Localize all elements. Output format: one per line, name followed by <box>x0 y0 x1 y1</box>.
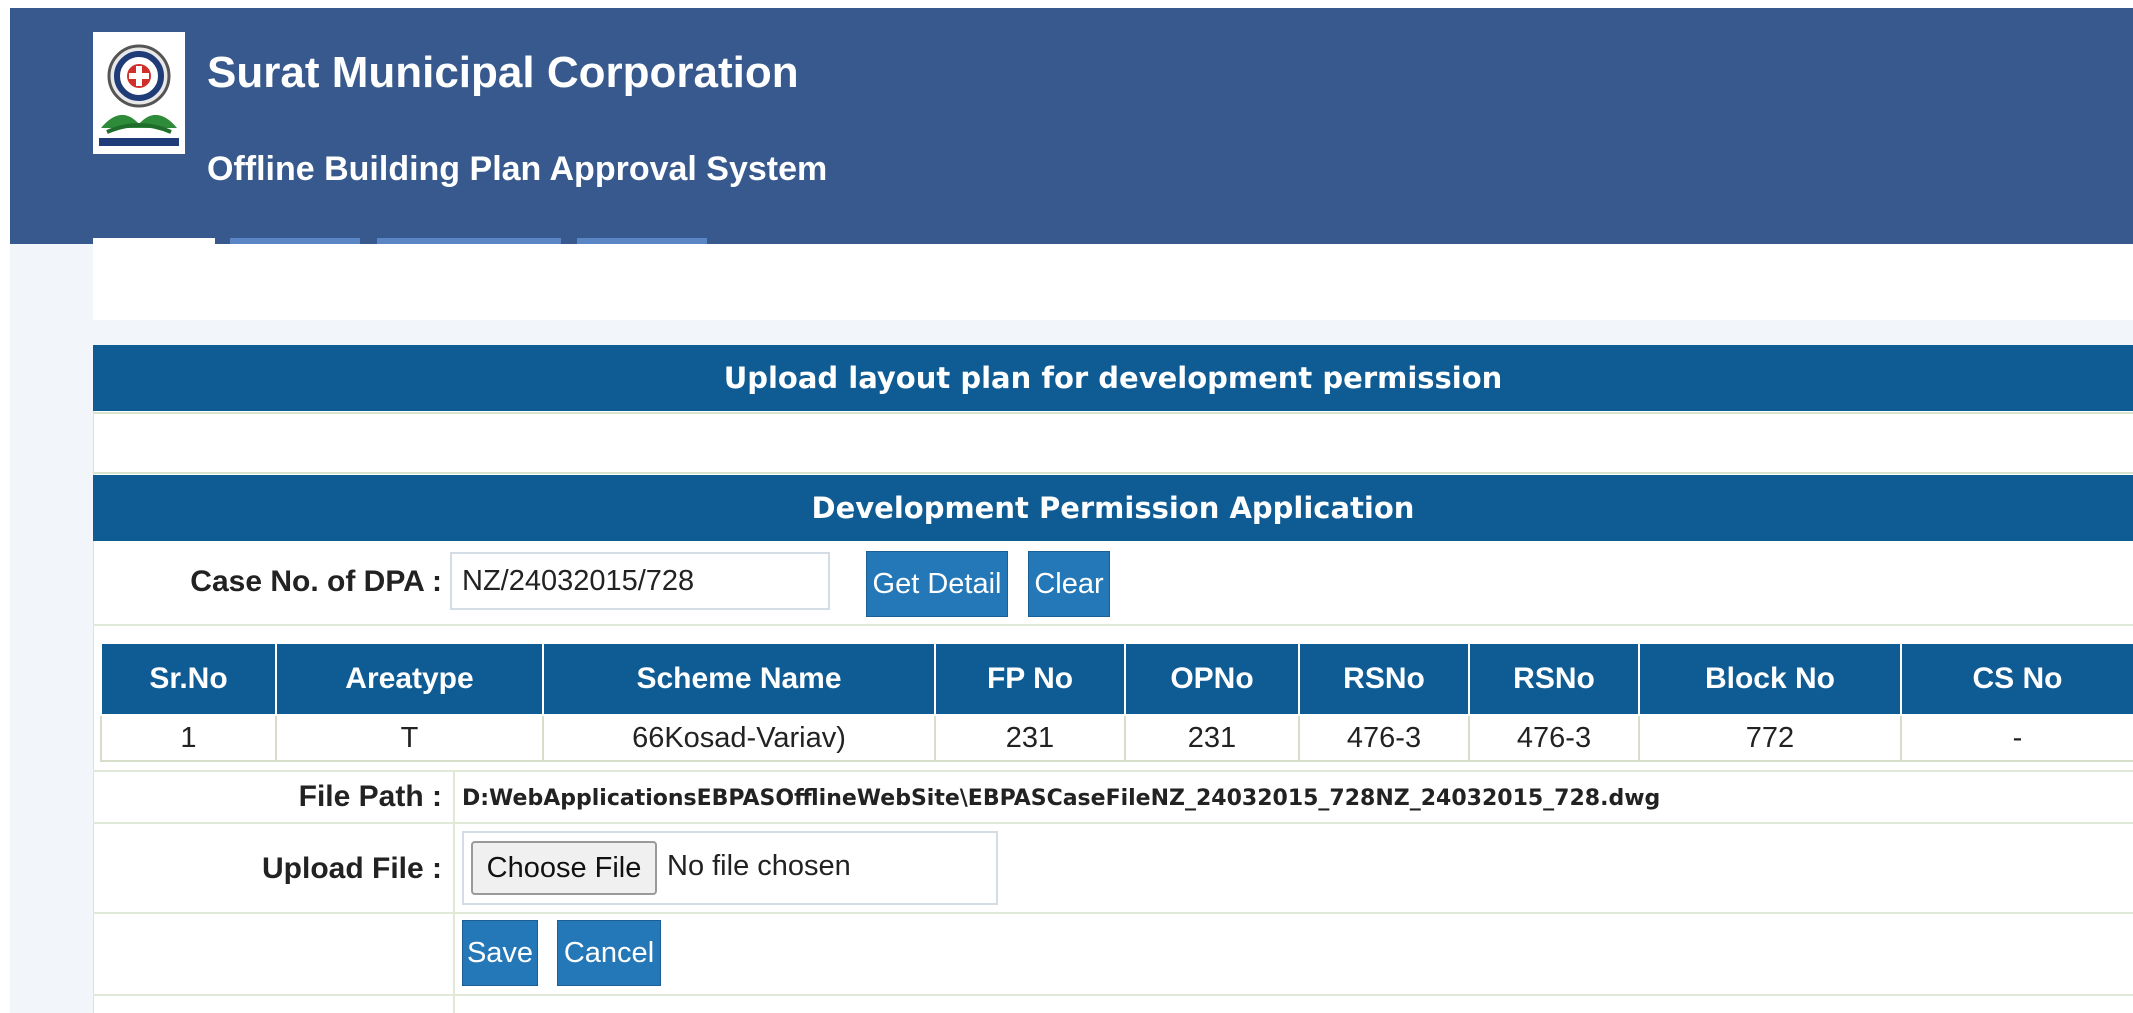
case-no-input[interactable]: NZ/24032015/728 <box>450 552 830 610</box>
no-file-status: No file chosen <box>667 850 851 882</box>
get-detail-button[interactable]: Get Detail <box>866 551 1008 617</box>
column-header: RSNo <box>1298 642 1470 716</box>
row-divider <box>93 912 2133 914</box>
clear-button[interactable]: Clear <box>1028 551 1110 617</box>
nav-bar <box>93 244 2133 320</box>
application-banner: Development Permission Application <box>93 475 2133 541</box>
column-header: FP No <box>934 642 1126 716</box>
upload-file-label: Upload File : <box>262 852 442 885</box>
column-header: RSNo <box>1468 642 1640 716</box>
table-cell: 1 <box>100 714 277 762</box>
column-header: OPNo <box>1124 642 1300 716</box>
table-row: 1 T 66Kosad-Variav) 231 231 476-3 476-3 … <box>100 714 2133 762</box>
column-header: CS No <box>1900 642 2133 716</box>
spacer-row <box>93 412 2133 474</box>
column-header: Scheme Name <box>542 642 936 716</box>
row-divider <box>93 624 2133 626</box>
row-divider <box>93 770 2133 772</box>
table-cell: 231 <box>1124 714 1300 762</box>
row-divider <box>93 822 2133 824</box>
table-cell: T <box>275 714 544 762</box>
site-title: Surat Municipal Corporation <box>207 48 799 97</box>
site-header <box>10 8 2133 244</box>
save-button[interactable]: Save <box>462 920 538 986</box>
cancel-button[interactable]: Cancel <box>557 920 661 986</box>
table-cell: 772 <box>1638 714 1902 762</box>
site-subtitle: Offline Building Plan Approval System <box>207 150 828 188</box>
choose-file-button[interactable]: Choose File <box>471 841 657 895</box>
case-detail-table: Sr.No Areatype Scheme Name FP No OPNo RS… <box>100 642 2133 762</box>
table-cell: 231 <box>934 714 1126 762</box>
upload-banner: Upload layout plan for development permi… <box>93 345 2133 411</box>
case-no-label: Case No. of DPA : <box>190 565 442 598</box>
column-header: Sr.No <box>100 642 277 716</box>
smc-logo <box>93 32 185 154</box>
file-path-label: File Path : <box>298 780 442 813</box>
file-path-value: D:WebApplicationsEBPASOfflineWebSite\EBP… <box>462 786 1661 811</box>
table-cell: 476-3 <box>1468 714 1640 762</box>
column-header: Block No <box>1638 642 1902 716</box>
table-header-row: Sr.No Areatype Scheme Name FP No OPNo RS… <box>100 642 2133 716</box>
column-header: Areatype <box>275 642 544 716</box>
table-cell: - <box>1900 714 2133 762</box>
table-cell: 476-3 <box>1298 714 1470 762</box>
column-divider <box>453 772 455 1013</box>
row-divider <box>93 994 2133 996</box>
table-cell: 66Kosad-Variav) <box>542 714 936 762</box>
